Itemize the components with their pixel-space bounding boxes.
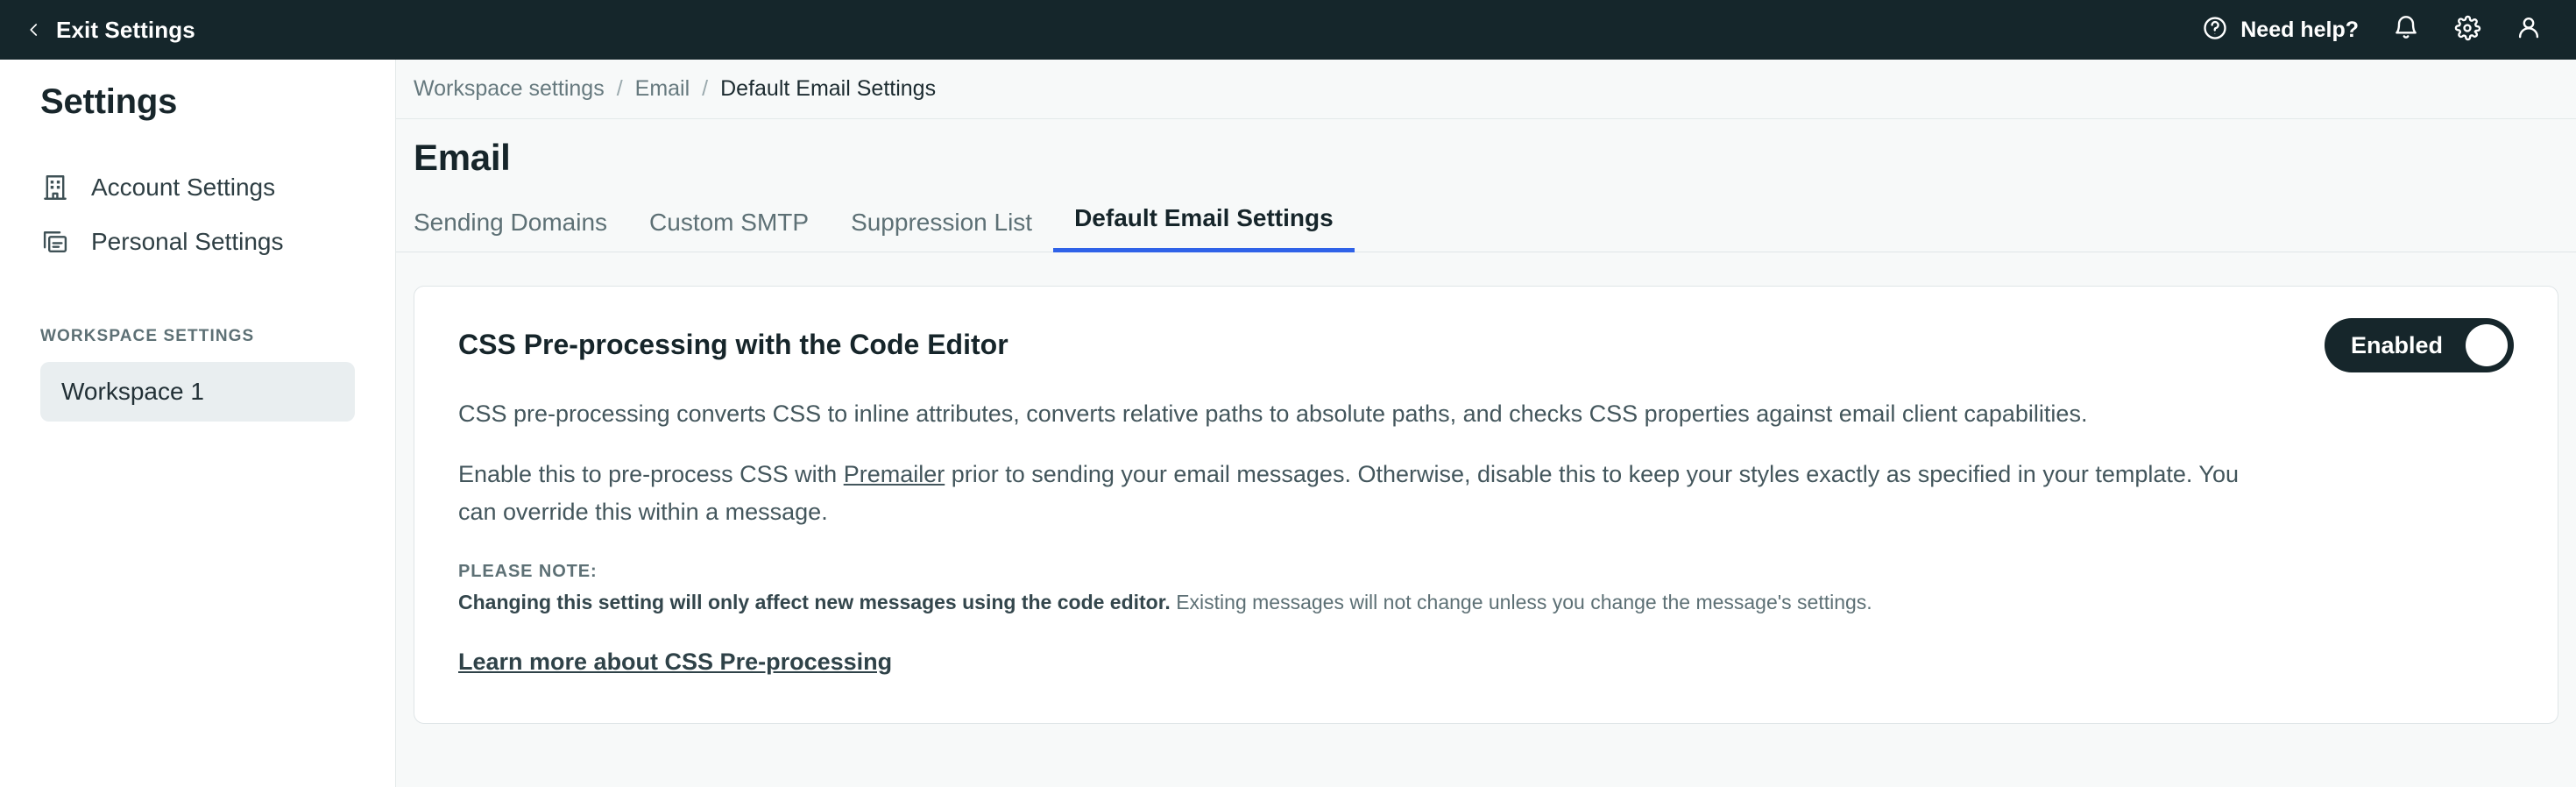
toggle-label: Enabled <box>2351 332 2443 359</box>
top-bar-actions: Need help? <box>2202 14 2543 46</box>
breadcrumb-separator: / <box>617 76 623 102</box>
sidebar-item-label: Account Settings <box>91 174 275 202</box>
card-title: CSS Pre-processing with the Code Editor <box>458 329 1008 361</box>
tab-suppression-list[interactable]: Suppression List <box>830 209 1053 252</box>
exit-settings-label: Exit Settings <box>56 17 195 44</box>
sidebar-item-account-settings[interactable]: Account Settings <box>0 160 395 215</box>
cards-icon <box>40 227 70 257</box>
tab-custom-smtp[interactable]: Custom SMTP <box>628 209 830 252</box>
top-bar: Exit Settings Need help? <box>0 0 2576 60</box>
css-preprocessing-toggle[interactable]: Enabled <box>2325 318 2514 372</box>
breadcrumb-separator: / <box>702 76 708 102</box>
please-note-block: PLEASE NOTE: Changing this setting will … <box>458 562 2514 618</box>
please-note-bold: Changing this setting will only affect n… <box>458 591 1171 613</box>
content-area: CSS Pre-processing with the Code Editor … <box>396 252 2576 787</box>
tab-default-email-settings[interactable]: Default Email Settings <box>1053 204 1355 252</box>
sidebar-item-workspace-1[interactable]: Workspace 1 <box>40 362 355 422</box>
tab-sending-domains[interactable]: Sending Domains <box>414 209 628 252</box>
workspace-list: Workspace 1 <box>0 362 395 422</box>
please-note-body: Changing this setting will only affect n… <box>458 587 2514 618</box>
need-help-button[interactable]: Need help? <box>2202 15 2359 46</box>
sidebar-nav: Account Settings Personal Settings <box>0 160 395 269</box>
sidebar-section-label: WORKSPACE SETTINGS <box>0 327 395 346</box>
breadcrumb-item-workspace-settings[interactable]: Workspace settings <box>414 76 605 102</box>
card-header: CSS Pre-processing with the Code Editor … <box>458 318 2514 372</box>
main-content: Workspace settings / Email / Default Ema… <box>396 60 2576 787</box>
page-title: Email <box>414 137 2576 179</box>
breadcrumb: Workspace settings / Email / Default Ema… <box>396 60 2576 119</box>
please-note-heading: PLEASE NOTE: <box>458 562 2514 582</box>
card-paragraph-1: CSS pre-processing converts CSS to inlin… <box>458 395 2263 433</box>
question-circle-icon <box>2202 15 2228 46</box>
sidebar-title: Settings <box>0 60 395 122</box>
sidebar-item-personal-settings[interactable]: Personal Settings <box>0 215 395 269</box>
tab-bar: Sending Domains Custom SMTP Suppression … <box>396 203 2576 252</box>
card-paragraph-2: Enable this to pre-process CSS with Prem… <box>458 456 2263 531</box>
learn-more-link[interactable]: Learn more about CSS Pre-processing <box>458 649 892 676</box>
user-avatar-icon[interactable] <box>2515 14 2543 46</box>
exit-settings-button[interactable]: Exit Settings <box>26 17 195 44</box>
building-icon <box>40 173 70 202</box>
gear-icon[interactable] <box>2453 14 2481 46</box>
settings-sidebar: Settings Account Settings <box>0 60 396 787</box>
bell-icon[interactable] <box>2392 14 2420 46</box>
page-shell: Settings Account Settings <box>0 60 2576 787</box>
sidebar-item-label: Personal Settings <box>91 228 283 256</box>
breadcrumb-item-email[interactable]: Email <box>635 76 690 102</box>
breadcrumb-item-current: Default Email Settings <box>720 76 936 102</box>
please-note-rest: Existing messages will not change unless… <box>1171 591 1872 613</box>
css-preprocessing-card: CSS Pre-processing with the Code Editor … <box>414 286 2558 724</box>
chevron-left-icon <box>26 22 42 38</box>
paragraph-2-before-link: Enable this to pre-process CSS with <box>458 461 844 487</box>
premailer-link[interactable]: Premailer <box>844 461 945 487</box>
toggle-knob <box>2466 324 2508 366</box>
need-help-label: Need help? <box>2240 18 2359 43</box>
page-header: Email <box>396 119 2576 179</box>
